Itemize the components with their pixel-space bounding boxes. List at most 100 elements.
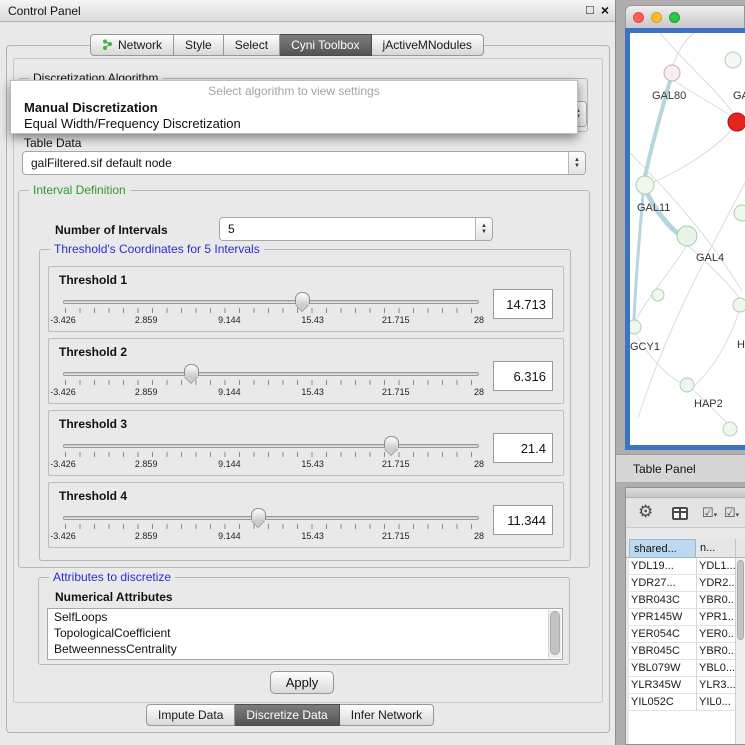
- gear-icon[interactable]: ⚙: [638, 502, 653, 522]
- threshold-3-value-field[interactable]: 21.4: [493, 433, 553, 463]
- node-label-hap2: HAP2: [694, 398, 723, 410]
- node[interactable]: [652, 289, 664, 301]
- threshold-2-slider[interactable]: -3.426 2.859 9.144 15.43 21.715 28: [63, 363, 479, 401]
- number-of-intervals-combobox[interactable]: 5 ▲ ▼: [219, 217, 493, 241]
- table-window-titlebar[interactable]: [626, 488, 745, 498]
- tab-network-label: Network: [118, 38, 162, 52]
- table-row[interactable]: YPR145W YPR1...: [629, 609, 736, 626]
- tab-jactivemodules[interactable]: jActiveMNodules: [372, 34, 484, 56]
- attributes-group-title: Attributes to discretize: [49, 570, 175, 584]
- threshold-4-panel: Threshold 4 -3.426 2.859 9.144 15.43 21.…: [48, 482, 564, 548]
- threshold-3-panel: Threshold 3 -3.426 2.859 9.144 15.43 21.…: [48, 410, 564, 476]
- column-header-name[interactable]: n...: [696, 539, 736, 558]
- node-gal80[interactable]: [664, 65, 680, 81]
- table-scrollbar[interactable]: [735, 558, 745, 744]
- list-item[interactable]: TopologicalCoefficient: [48, 625, 562, 641]
- threshold-1-label: Threshold 1: [59, 273, 127, 287]
- slider-ticks: [65, 452, 477, 457]
- table-row[interactable]: YIL052C YIL0...: [629, 694, 736, 711]
- tab-infer-network[interactable]: Infer Network: [340, 704, 434, 726]
- screen: Control Panel □ × Network Style Select: [0, 0, 745, 745]
- dropdown-option-equal-width[interactable]: Equal Width/Frequency Discretization: [11, 116, 577, 132]
- window-controls: □ ×: [586, 2, 609, 18]
- node[interactable]: [733, 298, 745, 312]
- table-row[interactable]: YBL079W YBL0...: [629, 660, 736, 677]
- bottom-tabs: Impute Data Discretize Data Infer Networ…: [146, 704, 434, 726]
- table-data-combobox[interactable]: galFiltered.sif default node ▲ ▼: [22, 151, 586, 175]
- list-item[interactable]: SelfLoops: [48, 609, 562, 625]
- threshold-1-slider-handle[interactable]: [295, 292, 310, 304]
- node[interactable]: [723, 422, 737, 436]
- slider-scale: -3.426 2.859 9.144 15.43 21.715 28: [63, 459, 479, 470]
- tab-style[interactable]: Style: [174, 34, 224, 56]
- control-panel-titlebar[interactable]: Control Panel □ ×: [0, 0, 615, 22]
- combobox-stepper-icon[interactable]: ▲ ▼: [475, 218, 492, 240]
- tab-discretize-data-label: Discretize Data: [246, 708, 327, 722]
- threshold-4-label: Threshold 4: [59, 489, 127, 503]
- node-label-gal4: GAL4: [696, 252, 724, 264]
- minimize-traffic-icon[interactable]: [651, 12, 662, 23]
- dropdown-option-manual-discretization[interactable]: Manual Discretization: [11, 100, 577, 116]
- node-hap2[interactable]: [680, 378, 694, 392]
- column-header-shared-name[interactable]: shared...: [629, 539, 696, 558]
- node-gcy1[interactable]: [630, 320, 641, 334]
- network-window-titlebar[interactable]: [625, 5, 745, 28]
- attributes-list[interactable]: SelfLoops TopologicalCoefficient Between…: [47, 608, 563, 660]
- slider-scale: -3.426 2.859 9.144 15.43 21.715 28: [63, 531, 479, 542]
- number-of-intervals-label: Number of Intervals: [55, 223, 168, 237]
- tab-cyni-toolbox[interactable]: Cyni Toolbox: [280, 34, 371, 56]
- threshold-coordinates-title: Threshold's Coordinates for 5 Intervals: [50, 242, 264, 256]
- threshold-4-value-field[interactable]: 11.344: [493, 505, 553, 535]
- table-row[interactable]: YBR045C YBR0...: [629, 643, 736, 660]
- threshold-1-slider[interactable]: -3.426 2.859 9.144 15.43 21.715 28: [63, 291, 479, 329]
- table-body: YDL19... YDL1... YDR27... YDR2... YBR043…: [629, 558, 736, 744]
- tab-impute-data-label: Impute Data: [158, 708, 223, 722]
- combobox-stepper-icon[interactable]: ▲ ▼: [568, 152, 585, 174]
- node[interactable]: [725, 52, 741, 68]
- table-row[interactable]: YLR345W YLR3...: [629, 677, 736, 694]
- threshold-4-slider-handle[interactable]: [251, 508, 266, 520]
- tab-network[interactable]: Network: [90, 34, 174, 56]
- tab-discretize-data[interactable]: Discretize Data: [235, 704, 339, 726]
- scrollbar-thumb[interactable]: [550, 611, 560, 655]
- threshold-4-slider[interactable]: -3.426 2.859 9.144 15.43 21.715 28: [63, 507, 479, 545]
- table-toolbar: ⚙ ☑▾ ☑▾: [626, 498, 745, 528]
- table-row[interactable]: YDL19... YDL1...: [629, 558, 736, 575]
- threshold-2-value-field[interactable]: 6.316: [493, 361, 553, 391]
- traffic-lights: [633, 12, 680, 23]
- tab-style-label: Style: [185, 38, 212, 52]
- scrollbar-thumb[interactable]: [737, 560, 744, 640]
- window-title: Control Panel: [8, 4, 81, 18]
- attributes-list-scrollbar[interactable]: [548, 610, 561, 658]
- slider-track: [63, 372, 479, 376]
- select-columns-icon[interactable]: ☑▾: [724, 505, 739, 521]
- node-selected-red[interactable]: [728, 113, 745, 131]
- threshold-2-slider-handle[interactable]: [184, 364, 199, 376]
- list-item[interactable]: BetweennessCentrality: [48, 641, 562, 657]
- tab-impute-data[interactable]: Impute Data: [146, 704, 235, 726]
- select-all-icon[interactable]: ☑▾: [702, 505, 717, 521]
- float-window-icon[interactable]: □: [586, 2, 594, 18]
- threshold-1-value-field[interactable]: 14.713: [493, 289, 553, 319]
- apply-button[interactable]: Apply: [270, 671, 334, 694]
- algorithm-dropdown-popup: Select algorithm to view settings Manual…: [10, 80, 578, 134]
- attributes-group: Attributes to discretize Numerical Attri…: [38, 577, 570, 665]
- tab-select[interactable]: Select: [224, 34, 280, 56]
- table-row[interactable]: YDR27... YDR2...: [629, 575, 736, 592]
- node[interactable]: [734, 205, 745, 221]
- table-row[interactable]: YBR043C YBR0...: [629, 592, 736, 609]
- threshold-3-slider-handle[interactable]: [384, 436, 399, 448]
- table-row[interactable]: YER054C YER0...: [629, 626, 736, 643]
- close-window-icon[interactable]: ×: [601, 2, 609, 18]
- table-columns-icon[interactable]: [672, 507, 688, 520]
- slider-ticks: [65, 308, 477, 313]
- node-gal4[interactable]: [677, 226, 697, 246]
- node-label-gal80: GAL80: [652, 90, 686, 102]
- node-gal11[interactable]: [636, 176, 654, 194]
- threshold-3-slider[interactable]: -3.426 2.859 9.144 15.43 21.715 28: [63, 435, 479, 473]
- zoom-traffic-icon[interactable]: [669, 12, 680, 23]
- network-canvas[interactable]: GAL80 GAL1 GAL11 GAL4 GCY1 HAP2 H: [630, 33, 745, 445]
- tab-select-label: Select: [235, 38, 268, 52]
- table-data-label: Table Data: [24, 136, 81, 150]
- close-traffic-icon[interactable]: [633, 12, 644, 23]
